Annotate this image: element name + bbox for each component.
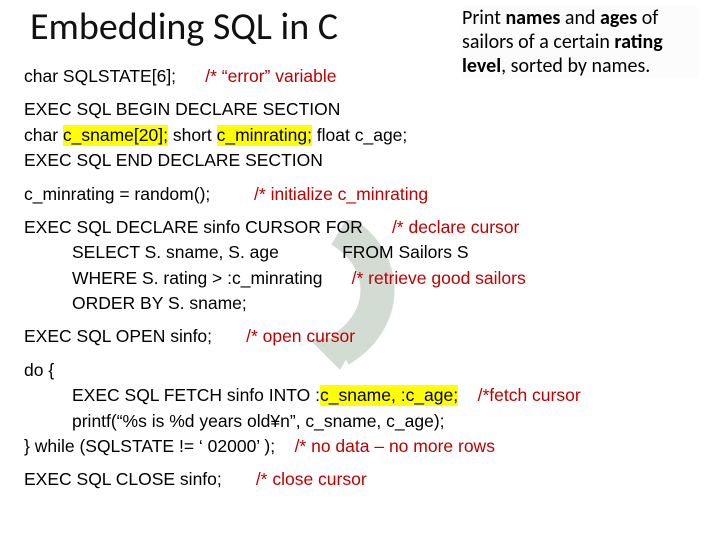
code-comment: /* “error” variable xyxy=(205,66,336,86)
callout-text: and xyxy=(560,6,600,30)
slide-title: Embedding SQL in C xyxy=(30,4,338,50)
highlight: c_sname[20]; xyxy=(63,125,168,146)
code-text: SELECT S. sname, S. age xyxy=(72,242,279,262)
callout-text: of xyxy=(637,6,658,30)
code-line: EXEC SQL CLOSE sinfo; /* close cursor xyxy=(24,467,700,492)
code-comment: /* retrieve good sailors xyxy=(352,268,526,288)
code-text: EXEC SQL FETCH sinfo INTO : xyxy=(72,385,320,405)
code-line: char SQLSTATE[6]; /* “error” variable xyxy=(24,64,700,89)
code-text: EXEC SQL CLOSE sinfo; xyxy=(24,469,222,489)
code-line: c_minrating = random(); /* initialize c_… xyxy=(24,182,700,207)
code-text: EXEC SQL BEGIN DECLARE SECTION xyxy=(24,99,340,119)
code-comment: /* initialize c_minrating xyxy=(254,184,428,204)
code-text: printf(“%s is %d years old¥n”, c_sname, … xyxy=(24,409,700,434)
code-text: } while (SQLSTATE != ‘ 02000’ ); xyxy=(24,436,275,456)
highlight: c_sname, :c_age; xyxy=(320,385,458,406)
callout-text: sailors of a certain xyxy=(462,30,614,54)
code-text: EXEC SQL DECLARE sinfo CURSOR FOR xyxy=(24,217,363,237)
callout-bold: ages xyxy=(600,6,637,30)
code-text: FROM Sailors S xyxy=(342,242,468,262)
code-block: EXEC SQL DECLARE sinfo CURSOR FOR /* dec… xyxy=(24,215,700,317)
code-text: char SQLSTATE[6]; xyxy=(24,66,176,86)
code-text: EXEC SQL END DECLARE SECTION xyxy=(24,150,323,170)
highlight: c_minrating; xyxy=(217,125,312,146)
code-text: c_minrating = random(); xyxy=(24,184,210,204)
code-text: float c_age; xyxy=(312,125,407,145)
code-text: ORDER BY S. sname; xyxy=(24,291,700,316)
slide: Embedding SQL in C Print names and ages … xyxy=(0,0,720,540)
code-text: WHERE S. rating > :c_minrating xyxy=(72,268,322,288)
code-text: EXEC SQL OPEN sinfo; xyxy=(24,326,212,346)
code-text: short xyxy=(168,125,217,145)
code-comment: /* declare cursor xyxy=(392,217,519,237)
callout-bold: names xyxy=(505,6,560,30)
code-text: char xyxy=(24,125,63,145)
code-comment: /* close cursor xyxy=(256,469,367,489)
callout-bold: rating xyxy=(614,30,662,54)
code-comment: /* no data – no more rows xyxy=(295,436,495,456)
code-area: char SQLSTATE[6]; /* “error” variable EX… xyxy=(24,64,700,501)
code-block: EXEC SQL BEGIN DECLARE SECTION char c_sn… xyxy=(24,97,700,173)
code-block: do { EXEC SQL FETCH sinfo INTO :c_sname,… xyxy=(24,358,700,460)
code-comment: /* open cursor xyxy=(246,326,355,346)
code-comment: /*fetch cursor xyxy=(478,385,581,405)
code-line: EXEC SQL OPEN sinfo; /* open cursor xyxy=(24,324,700,349)
code-text: do { xyxy=(24,360,54,380)
callout-text: Print xyxy=(462,6,505,30)
